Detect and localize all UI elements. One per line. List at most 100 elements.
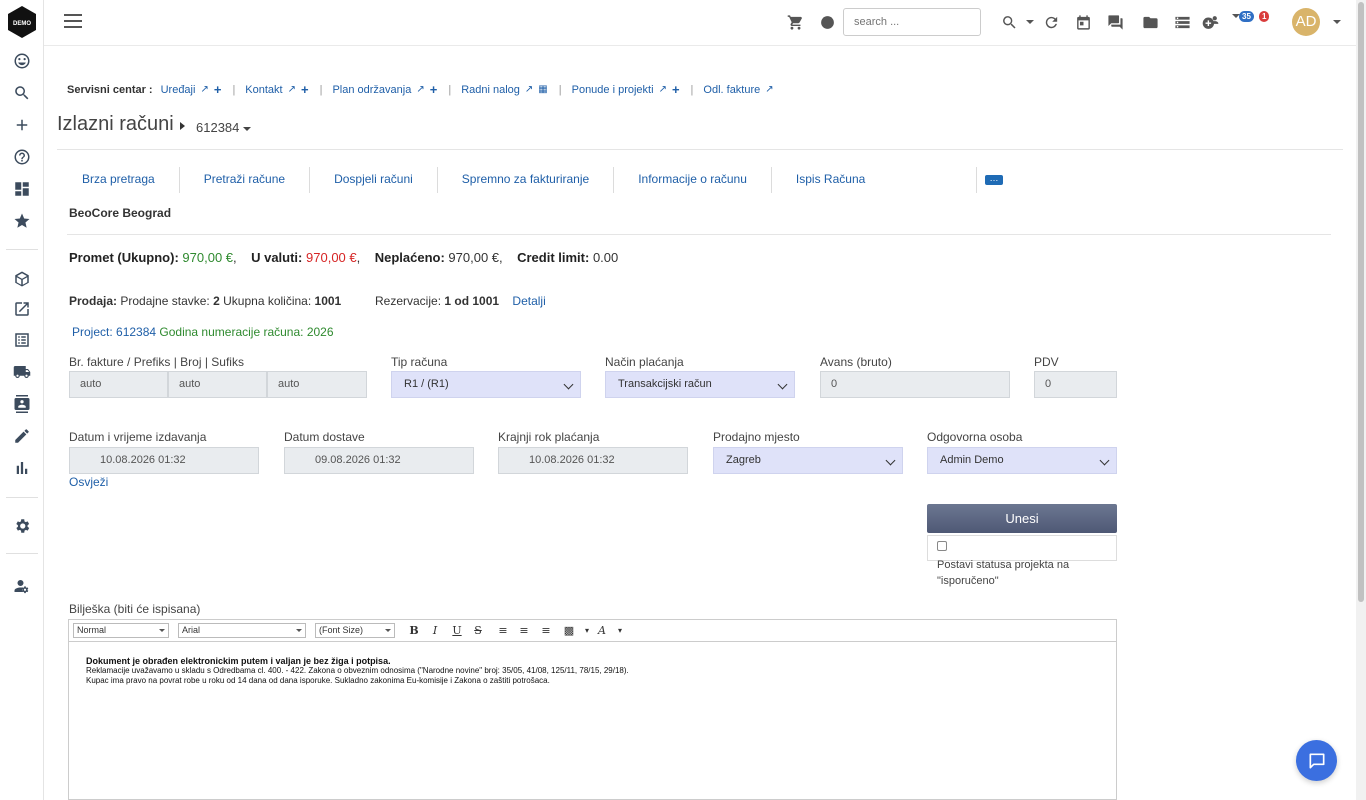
- add-icon[interactable]: +: [672, 82, 680, 97]
- chevron-down-icon[interactable]: ▾: [612, 623, 628, 639]
- search-dropdown-icon[interactable]: [999, 12, 1019, 32]
- help-icon[interactable]: [12, 147, 32, 167]
- external-link-icon[interactable]: ↗: [525, 84, 533, 95]
- chevron-down-icon[interactable]: ▾: [579, 623, 595, 639]
- italic-button[interactable]: I: [427, 623, 443, 639]
- font-size-select[interactable]: (Font Size): [315, 623, 395, 638]
- advance-input[interactable]: 0: [820, 371, 1010, 398]
- plus-icon[interactable]: [12, 115, 32, 135]
- status-circle-icon[interactable]: [817, 12, 837, 32]
- chat-widget-button[interactable]: [1296, 740, 1337, 781]
- strikethrough-button[interactable]: S: [470, 623, 486, 639]
- list-icon[interactable]: [12, 330, 32, 350]
- vat-input[interactable]: 0: [1034, 371, 1117, 398]
- link-devices[interactable]: Uređaji: [161, 84, 196, 96]
- refresh-icon[interactable]: [1041, 12, 1061, 32]
- scrollbar[interactable]: [1356, 0, 1366, 800]
- more-icon[interactable]: …: [985, 174, 1003, 185]
- link-maintenance-plan[interactable]: Plan održavanja: [332, 84, 411, 96]
- sales-point-select[interactable]: Zagreb: [713, 447, 903, 474]
- align-left-icon[interactable]: ≡: [495, 623, 511, 639]
- underline-button[interactable]: U: [449, 623, 465, 639]
- avatar[interactable]: AD: [1292, 8, 1320, 36]
- breadcrumb-dropdown[interactable]: 612384: [196, 120, 252, 135]
- suffix-input[interactable]: auto: [267, 371, 367, 398]
- divider: [57, 149, 1343, 150]
- external-link-icon[interactable]: ↗: [288, 84, 296, 95]
- credit-limit-label: Credit limit:: [517, 250, 590, 265]
- project-link[interactable]: Project: 612384: [72, 325, 156, 339]
- add-icon[interactable]: +: [301, 82, 309, 97]
- delivery-date-input[interactable]: 09.08.2026 01:32: [284, 447, 474, 474]
- notification-badge-blue[interactable]: 35: [1239, 11, 1254, 22]
- tab-ready-for-invoicing[interactable]: Spremno za fakturiranje: [438, 167, 615, 193]
- pencil-icon[interactable]: [12, 426, 32, 446]
- box-icon[interactable]: [12, 269, 32, 289]
- bar-chart-icon[interactable]: [12, 458, 32, 478]
- align-right-icon[interactable]: ≡: [538, 623, 554, 639]
- logo[interactable]: DEMO: [8, 6, 36, 38]
- add-user-icon[interactable]: [1200, 12, 1220, 32]
- calendar-icon[interactable]: [1073, 12, 1093, 32]
- align-center-icon[interactable]: ≡: [516, 623, 532, 639]
- tab-quick-search[interactable]: Brza pretraga: [58, 167, 180, 193]
- issue-date-input[interactable]: 10.08.2026 01:32: [69, 447, 259, 474]
- due-date-input[interactable]: 10.08.2026 01:32: [498, 447, 688, 474]
- chevron-down-icon[interactable]: [1026, 20, 1034, 24]
- tab-print-invoice[interactable]: Ispis Računa: [772, 167, 977, 193]
- refresh-link[interactable]: Osvježi: [69, 475, 108, 489]
- editor-content[interactable]: Dokument je obrađen elektronickim putem …: [69, 642, 1116, 700]
- submit-button[interactable]: Unesi: [927, 504, 1117, 533]
- invoice-type-select[interactable]: R1 / (R1): [391, 371, 581, 398]
- responsible-person-select[interactable]: Admin Demo: [927, 447, 1117, 474]
- settings-icon[interactable]: [12, 516, 32, 536]
- storage-icon[interactable]: [1172, 12, 1192, 32]
- edit-note-icon[interactable]: [12, 299, 32, 319]
- link-deferred-invoices[interactable]: Odl. fakture: [703, 84, 760, 96]
- star-icon[interactable]: [12, 211, 32, 231]
- cart-icon[interactable]: [785, 12, 805, 32]
- external-link-icon[interactable]: ↗: [416, 84, 424, 95]
- search-input[interactable]: [843, 8, 981, 36]
- number-input[interactable]: auto: [168, 371, 267, 398]
- truck-icon[interactable]: [12, 362, 32, 382]
- chevron-down-icon: [159, 629, 165, 632]
- delivered-status-checkbox[interactable]: [937, 541, 947, 551]
- link-contact[interactable]: Kontakt: [245, 84, 282, 96]
- unpaid-label: Neplaćeno:: [374, 250, 445, 265]
- fill-color-icon[interactable]: ▩: [561, 623, 577, 639]
- dashboard-icon[interactable]: [12, 179, 32, 199]
- numbering-year: Godina numeracije računa: 2026: [159, 325, 334, 339]
- user-settings-icon[interactable]: [12, 576, 32, 596]
- note-editor[interactable]: Normal Arial (Font Size) B I U S ≡ ≡ ≡ ▩…: [68, 619, 1117, 800]
- external-link-icon[interactable]: ↗: [659, 84, 667, 95]
- payment-method-select[interactable]: Transakcijski račun: [605, 371, 795, 398]
- calendar-icon[interactable]: ▦: [538, 84, 547, 95]
- smiley-icon[interactable]: [12, 51, 32, 71]
- external-link-icon[interactable]: ↗: [200, 84, 208, 95]
- chat-icon[interactable]: [1105, 12, 1125, 32]
- total-qty-value: 1001: [314, 294, 342, 308]
- format-select[interactable]: Normal: [73, 623, 169, 638]
- add-icon[interactable]: +: [430, 82, 438, 97]
- link-offers-projects[interactable]: Ponude i projekti: [572, 84, 654, 96]
- details-link[interactable]: Detalji: [512, 294, 545, 308]
- avatar-chevron-down-icon[interactable]: [1333, 20, 1341, 24]
- tab-invoice-info[interactable]: Informacije o računu: [614, 167, 772, 193]
- external-link-icon[interactable]: ↗: [765, 84, 773, 95]
- contacts-icon[interactable]: [12, 394, 32, 414]
- prefix-input[interactable]: auto: [69, 371, 168, 398]
- font-select[interactable]: Arial: [178, 623, 306, 638]
- add-icon[interactable]: +: [214, 82, 222, 97]
- bold-button[interactable]: B: [406, 623, 422, 639]
- link-work-order[interactable]: Radni nalog: [461, 84, 520, 96]
- text-color-icon[interactable]: A: [594, 623, 610, 639]
- tab-due-invoices[interactable]: Dospjeli računi: [310, 167, 438, 193]
- vat-label: PDV: [1034, 355, 1059, 369]
- tab-search-invoices[interactable]: Pretraži račune: [180, 167, 311, 193]
- notification-badge-red[interactable]: 1: [1259, 11, 1270, 22]
- scroll-thumb[interactable]: [1358, 2, 1364, 602]
- search-icon[interactable]: [12, 83, 32, 103]
- menu-toggle-icon[interactable]: [64, 14, 82, 30]
- folder-icon[interactable]: [1140, 12, 1160, 32]
